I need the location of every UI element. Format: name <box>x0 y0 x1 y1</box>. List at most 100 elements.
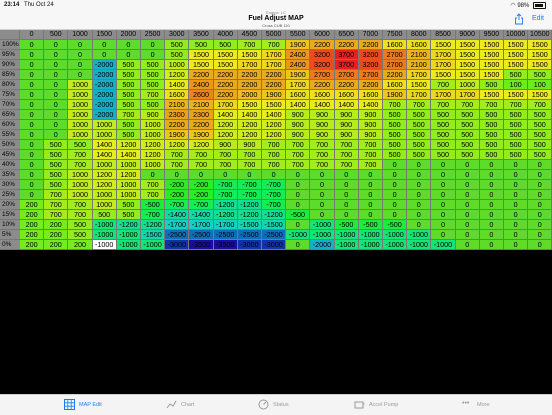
map-cell[interactable]: 1500 <box>528 50 552 60</box>
map-cell[interactable]: 1700 <box>407 90 432 100</box>
map-cell[interactable]: 1700 <box>431 90 456 100</box>
map-cell[interactable]: 0 <box>479 190 504 200</box>
map-cell[interactable]: 500 <box>431 130 456 140</box>
map-cell[interactable]: 500 <box>504 130 529 140</box>
map-cell[interactable]: 700 <box>189 160 214 170</box>
map-cell[interactable]: -200 <box>165 190 190 200</box>
map-cell[interactable]: -1000 <box>334 230 359 240</box>
map-cell[interactable]: -1500 <box>262 220 287 230</box>
map-cell[interactable]: 0 <box>383 210 408 220</box>
map-cell[interactable]: 1900 <box>262 90 287 100</box>
map-cell[interactable]: 500 <box>116 70 141 80</box>
map-cell[interactable]: 500 <box>92 210 117 220</box>
map-cell[interactable]: 2400 <box>189 80 214 90</box>
map-cell[interactable]: 500 <box>165 40 190 50</box>
map-cell[interactable]: 500 <box>455 120 480 130</box>
map-cell[interactable]: -500 <box>383 220 408 230</box>
map-cell[interactable]: 900 <box>310 110 335 120</box>
map-cell[interactable]: 1200 <box>92 170 117 180</box>
map-cell[interactable]: 700 <box>44 210 69 220</box>
map-cell[interactable]: 200 <box>44 230 69 240</box>
map-cell[interactable]: 0 <box>20 60 45 70</box>
map-cell[interactable]: 700 <box>358 150 383 160</box>
map-cell[interactable]: 0 <box>44 100 69 110</box>
map-cell[interactable]: 700 <box>44 200 69 210</box>
map-cell[interactable]: 500 <box>116 130 141 140</box>
share-icon[interactable] <box>514 13 524 25</box>
map-cell[interactable]: 1000 <box>68 130 93 140</box>
map-cell[interactable]: 0 <box>528 240 552 250</box>
map-cell[interactable]: 0 <box>20 170 45 180</box>
map-cell[interactable]: 1500 <box>455 70 480 80</box>
map-cell[interactable]: 0 <box>383 190 408 200</box>
map-cell[interactable]: 500 <box>141 100 166 110</box>
map-cell[interactable]: 0 <box>44 50 69 60</box>
map-cell[interactable]: 500 <box>141 80 166 90</box>
map-cell[interactable]: -2000 <box>92 110 117 120</box>
map-cell[interactable]: 1500 <box>479 70 504 80</box>
map-cell[interactable]: 500 <box>68 230 93 240</box>
map-cell[interactable]: -500 <box>358 220 383 230</box>
map-cell[interactable]: -700 <box>213 190 238 200</box>
map-cell[interactable]: 900 <box>213 140 238 150</box>
map-cell[interactable]: 700 <box>334 150 359 160</box>
map-cell[interactable]: 0 <box>528 230 552 240</box>
map-cell[interactable]: 1500 <box>455 60 480 70</box>
map-cell[interactable]: -500 <box>286 210 311 220</box>
map-cell[interactable]: 700 <box>310 140 335 150</box>
map-cell[interactable]: -2000 <box>92 80 117 90</box>
map-cell[interactable]: 3200 <box>310 50 335 60</box>
map-cell[interactable]: 1000 <box>141 130 166 140</box>
map-cell[interactable]: 1200 <box>165 140 190 150</box>
map-cell[interactable]: 700 <box>383 100 408 110</box>
map-cell[interactable]: 2700 <box>310 70 335 80</box>
map-cell[interactable]: 2700 <box>334 70 359 80</box>
map-cell[interactable]: 2200 <box>189 120 214 130</box>
map-cell[interactable]: 700 <box>68 160 93 170</box>
map-cell[interactable]: -3000 <box>165 240 190 250</box>
map-cell[interactable]: -700 <box>189 200 214 210</box>
map-cell[interactable]: 500 <box>479 120 504 130</box>
map-cell[interactable]: -1200 <box>213 210 238 220</box>
map-cell[interactable]: 700 <box>334 140 359 150</box>
map-cell[interactable]: 1000 <box>116 190 141 200</box>
map-cell[interactable]: -200 <box>165 180 190 190</box>
map-cell[interactable]: 700 <box>213 150 238 160</box>
map-cell[interactable]: 200 <box>44 240 69 250</box>
map-cell[interactable]: 500 <box>383 140 408 150</box>
map-cell[interactable]: 0 <box>504 210 529 220</box>
map-cell[interactable]: 0 <box>20 110 45 120</box>
map-cell[interactable]: 3200 <box>310 60 335 70</box>
map-cell[interactable]: 1000 <box>68 120 93 130</box>
map-cell[interactable]: -700 <box>213 180 238 190</box>
map-cell[interactable]: -1200 <box>237 210 262 220</box>
map-cell[interactable]: 500 <box>431 120 456 130</box>
map-cell[interactable]: 1200 <box>213 130 238 140</box>
map-cell[interactable]: -700 <box>262 190 287 200</box>
map-cell[interactable]: 1600 <box>334 90 359 100</box>
map-cell[interactable]: 700 <box>141 90 166 100</box>
map-cell[interactable]: 0 <box>20 180 45 190</box>
map-cell[interactable]: 0 <box>68 40 93 50</box>
map-cell[interactable]: 0 <box>116 50 141 60</box>
map-cell[interactable]: 1900 <box>165 130 190 140</box>
map-cell[interactable]: 0 <box>286 240 311 250</box>
map-cell[interactable]: 1000 <box>68 90 93 100</box>
map-cell[interactable]: 2200 <box>334 80 359 90</box>
map-cell[interactable]: 700 <box>455 100 480 110</box>
map-cell[interactable]: 500 <box>44 150 69 160</box>
map-cell[interactable]: -2500 <box>262 230 287 240</box>
map-cell[interactable]: 2100 <box>407 60 432 70</box>
map-cell[interactable]: 1000 <box>68 110 93 120</box>
map-cell[interactable]: 3700 <box>334 50 359 60</box>
map-cell[interactable]: 500 <box>504 140 529 150</box>
map-cell[interactable]: -1400 <box>165 210 190 220</box>
map-cell[interactable]: 500 <box>431 110 456 120</box>
map-cell[interactable]: 0 <box>310 200 335 210</box>
map-cell[interactable]: 500 <box>407 120 432 130</box>
map-cell[interactable]: 1200 <box>116 170 141 180</box>
map-cell[interactable]: 2200 <box>237 80 262 90</box>
map-cell[interactable]: -2000 <box>92 100 117 110</box>
map-cell[interactable]: 1200 <box>262 130 287 140</box>
map-cell[interactable]: 500 <box>116 120 141 130</box>
